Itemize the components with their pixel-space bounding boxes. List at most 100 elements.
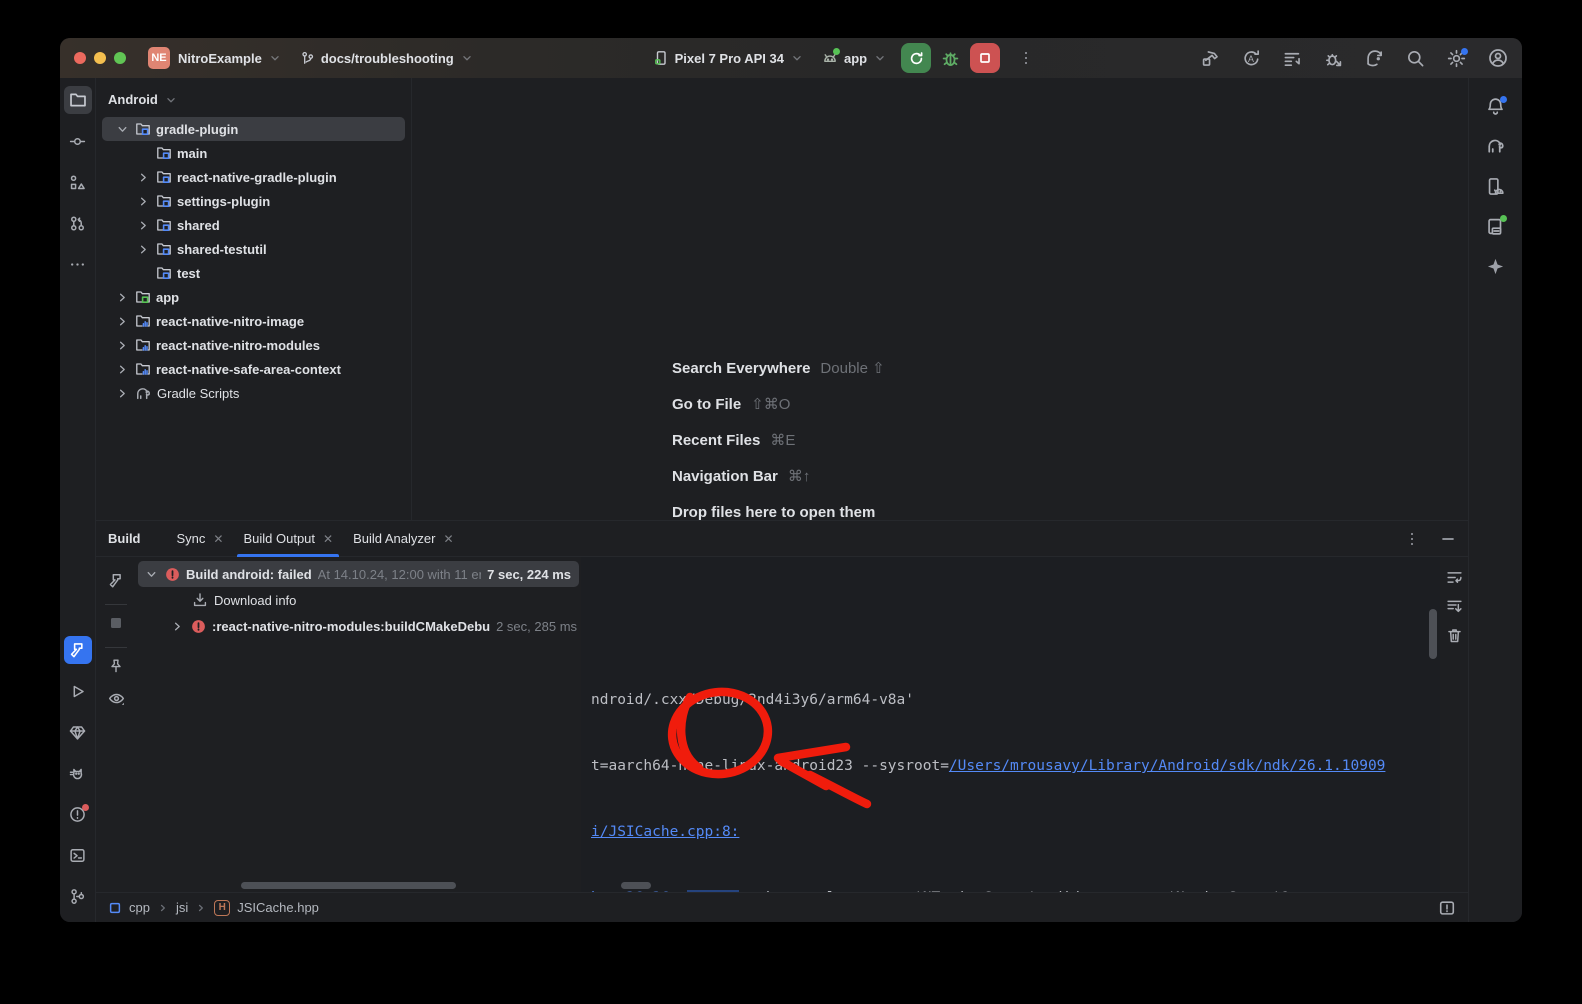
settings-button[interactable] [1447,49,1466,68]
rerun-build-button[interactable] [103,567,129,593]
version-control-toolwindow-button[interactable] [64,882,92,910]
gradle-toolwindow-button[interactable] [1482,132,1510,160]
chevron-right-icon[interactable] [114,362,130,377]
tree-item-shared-testutil[interactable]: shared-testutil [96,237,411,261]
chevron-right-icon[interactable] [135,170,151,185]
module-folder-icon [156,217,172,233]
terminal-toolwindow-button[interactable] [64,841,92,869]
tree-item-main[interactable]: main [96,141,411,165]
problems-toolwindow-button[interactable] [64,800,92,828]
apply-changes-button[interactable]: A [1242,49,1261,68]
tab-build-output[interactable]: Build Output ✕ [233,521,343,557]
project-view-selector[interactable]: Android [96,86,411,117]
notifications-button[interactable] [1482,92,1510,120]
tree-item-react-native-nitro-image[interactable]: react-native-nitro-image [96,309,411,333]
more-toolwindows-button[interactable] [64,250,92,278]
scroll-to-end-button[interactable] [1446,598,1463,615]
tree-item-react-native-gradle-plugin[interactable]: react-native-gradle-plugin [96,165,411,189]
tree-item-gradle-scripts[interactable]: Gradle Scripts [96,381,411,405]
chevron-right-icon[interactable] [114,290,130,305]
running-devices-button[interactable] [1482,212,1510,240]
project-toolwindow-button[interactable] [64,86,92,114]
file-link[interactable]: /Users/mrousavy/Library/Android/sdk/ndk/… [949,758,1386,774]
apply-code-changes-button[interactable] [1283,49,1302,68]
zoom-window-button[interactable] [114,52,126,64]
chevron-right-icon[interactable] [135,194,151,209]
project-name: NitroExample [178,51,262,66]
close-tab-icon[interactable]: ✕ [443,532,453,546]
gemini-assistant-button[interactable] [1482,252,1510,280]
editor-area[interactable]: Search Everywhere Double ⇧ Go to File ⇧⌘… [412,78,1468,520]
minimize-window-button[interactable] [94,52,106,64]
app-quality-insights-button[interactable] [64,718,92,746]
gradle-sync-button[interactable] [1365,49,1384,68]
stop-build-button[interactable] [103,610,129,636]
device-manager-button[interactable] [1482,172,1510,200]
build-project-button[interactable] [1201,49,1220,68]
debug-button[interactable] [941,49,960,68]
close-tab-icon[interactable]: ✕ [323,532,333,546]
tab-sync[interactable]: Sync ✕ [167,521,234,557]
run-config-selector[interactable]: app [822,50,887,66]
chevron-right-icon[interactable] [135,242,151,257]
notifications-status-icon[interactable] [1438,899,1456,917]
structure-toolwindow-button[interactable] [64,168,92,196]
tree-item-gradle-plugin[interactable]: gradle-plugin [102,117,405,141]
build-toolwindow-button[interactable] [64,636,92,664]
build-task-row[interactable]: :react-native-nitro-modules:buildCMakeDe… [136,613,581,639]
chevron-right-icon[interactable] [135,218,151,233]
rerun-button[interactable] [901,43,931,73]
panel-options-button[interactable] [1404,531,1420,547]
stop-button[interactable] [970,43,1000,73]
search-everywhere-button[interactable] [1406,49,1425,68]
logcat-toolwindow-button[interactable] [64,759,92,787]
breadcrumb-file[interactable]: JSICache.hpp [237,900,319,915]
chevron-down-icon[interactable] [144,567,159,582]
tree-item-test[interactable]: test [96,261,411,285]
chevron-right-icon[interactable] [114,386,130,401]
view-options-button[interactable] [103,685,129,711]
chevron-down-icon[interactable] [114,122,130,137]
hammer-icon [108,572,125,589]
commit-toolwindow-button[interactable] [64,127,92,155]
build-output-console[interactable]: ndroid/.cxx/Debug/2nd4i3y6/arm64-v8a' t=… [581,557,1440,892]
git-branch-icon [300,51,315,66]
close-window-button[interactable] [74,52,86,64]
tree-item-react-native-nitro-modules[interactable]: react-native-nitro-modules [96,333,411,357]
attach-debugger-button[interactable] [1324,49,1343,68]
close-tab-icon[interactable]: ✕ [213,532,223,546]
tree-item-app[interactable]: app [96,285,411,309]
file-link[interactable]: hpp:36:36 [591,890,670,892]
tree-horizontal-scrollbar[interactable] [241,882,456,889]
file-link[interactable]: i/JSICache.cpp:8: [591,824,739,840]
breadcrumb-cpp[interactable]: cpp [129,900,150,915]
profile-button[interactable] [1488,48,1508,68]
soft-wrap-button[interactable] [1446,569,1463,586]
tree-item-react-native-safe-area-context[interactable]: react-native-safe-area-context [96,357,411,381]
branch-selector[interactable]: docs/troubleshooting [300,51,474,66]
sparkle-icon [1486,257,1505,276]
eye-icon [108,690,125,707]
build-root-row[interactable]: Build android: failed At 14.10.24, 12:00… [138,561,579,587]
tree-item-settings-plugin[interactable]: settings-plugin [96,189,411,213]
console-horizontal-scrollbar[interactable] [621,882,651,889]
project-panel: Android gradle-plugin main [96,78,412,520]
chevron-right-icon[interactable] [170,619,185,634]
pin-tab-button[interactable] [103,653,129,679]
more-actions-button[interactable] [1018,50,1034,66]
project-selector[interactable]: NitroExample [178,51,282,66]
chevron-right-icon[interactable] [114,338,130,353]
tree-item-shared[interactable]: shared [96,213,411,237]
device-selector[interactable]: Pixel 7 Pro API 34 [653,50,804,66]
pull-requests-toolwindow-button[interactable] [64,209,92,237]
build-download-info-row[interactable]: Download info [136,587,581,613]
console-line: i/JSICache.cpp:8: [591,821,1440,843]
stop-icon [977,50,993,66]
run-toolwindow-button[interactable] [64,677,92,705]
tab-build-analyzer[interactable]: Build Analyzer ✕ [343,521,463,557]
hide-panel-button[interactable] [1440,531,1456,547]
console-vertical-scrollbar[interactable] [1429,609,1437,659]
clear-all-button[interactable] [1446,627,1463,644]
breadcrumb-jsi[interactable]: jsi [176,900,188,915]
chevron-right-icon[interactable] [114,314,130,329]
